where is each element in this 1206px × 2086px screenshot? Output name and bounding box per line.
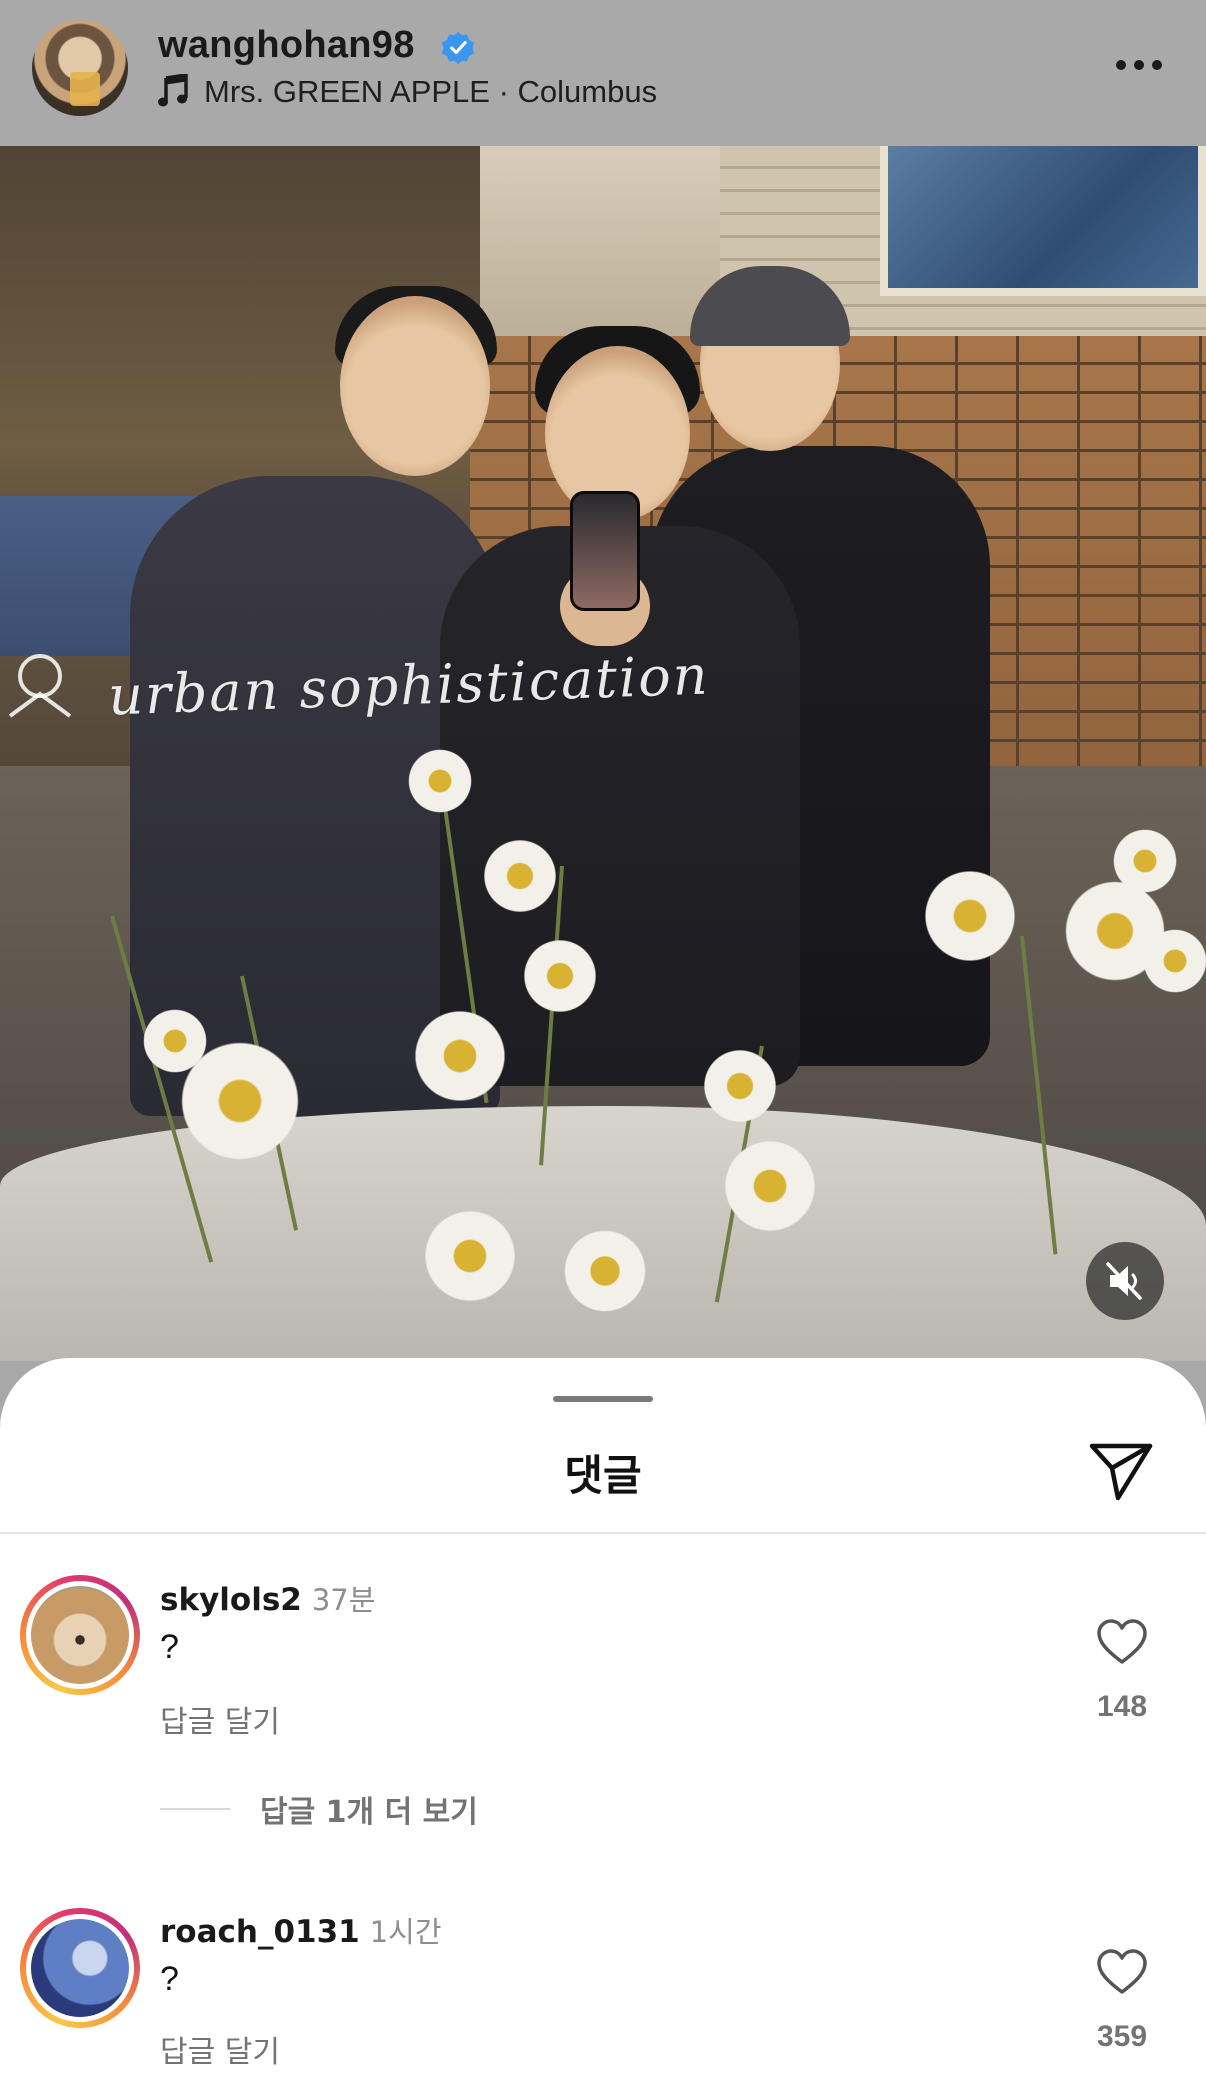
commenter-avatar[interactable] bbox=[20, 1908, 140, 2028]
music-note-icon bbox=[158, 74, 188, 107]
sheet-grabber[interactable] bbox=[553, 1396, 653, 1402]
heart-icon[interactable] bbox=[1096, 1948, 1148, 1996]
daisy bbox=[140, 1006, 210, 1076]
doodle-icon bbox=[8, 654, 72, 718]
view-more-replies[interactable]: 답글 1개 더 보기 bbox=[160, 1787, 478, 1831]
daisy bbox=[420, 1206, 520, 1306]
heart-icon[interactable] bbox=[1096, 1618, 1148, 1666]
reel-video[interactable]: urban sophistication bbox=[0, 146, 1206, 1361]
comment-username[interactable]: skylols2 37분 bbox=[160, 1577, 375, 1619]
author-avatar[interactable] bbox=[32, 20, 128, 116]
comment-time: 1시간 bbox=[369, 1915, 442, 1949]
phone bbox=[570, 491, 640, 611]
comment-time: 37분 bbox=[311, 1583, 376, 1617]
verified-badge-icon bbox=[441, 31, 475, 65]
daisy bbox=[520, 936, 600, 1016]
sheet-title: 댓글 bbox=[564, 1451, 642, 1500]
music-track[interactable]: Mrs. GREEN APPLE · Columbus bbox=[204, 74, 657, 110]
divider bbox=[0, 1532, 1206, 1534]
reply-button[interactable]: 답글 달기 bbox=[160, 2027, 280, 2071]
reply-button[interactable]: 답글 달기 bbox=[160, 1697, 280, 1741]
like-count: 148 bbox=[1096, 1690, 1148, 1723]
daisy bbox=[700, 1046, 780, 1126]
background-wall bbox=[480, 146, 720, 356]
post-header: wanghohan98 Mrs. GREEN APPLE · Columbus bbox=[0, 0, 1206, 146]
comment-username[interactable]: roach_0131 1시간 bbox=[160, 1909, 442, 1951]
comment-text: ? bbox=[160, 1628, 179, 1666]
send-icon[interactable] bbox=[1088, 1438, 1154, 1504]
daisy bbox=[410, 1006, 510, 1106]
background-window bbox=[880, 146, 1206, 296]
author-username[interactable]: wanghohan98 bbox=[158, 24, 415, 67]
face bbox=[340, 296, 490, 476]
mute-button[interactable] bbox=[1086, 1242, 1164, 1320]
like-count: 359 bbox=[1096, 2020, 1148, 2053]
daisy bbox=[720, 1136, 820, 1236]
daisy bbox=[560, 1226, 650, 1316]
daisy bbox=[405, 746, 475, 816]
speaker-muted-icon bbox=[1106, 1262, 1142, 1300]
comment-text: ? bbox=[160, 1960, 179, 1998]
more-horizontal-icon[interactable] bbox=[1114, 58, 1164, 72]
daisy bbox=[480, 836, 560, 916]
daisy bbox=[920, 866, 1020, 966]
daisy bbox=[1140, 926, 1206, 996]
commenter-avatar[interactable] bbox=[20, 1575, 140, 1695]
daisy bbox=[1110, 826, 1180, 896]
